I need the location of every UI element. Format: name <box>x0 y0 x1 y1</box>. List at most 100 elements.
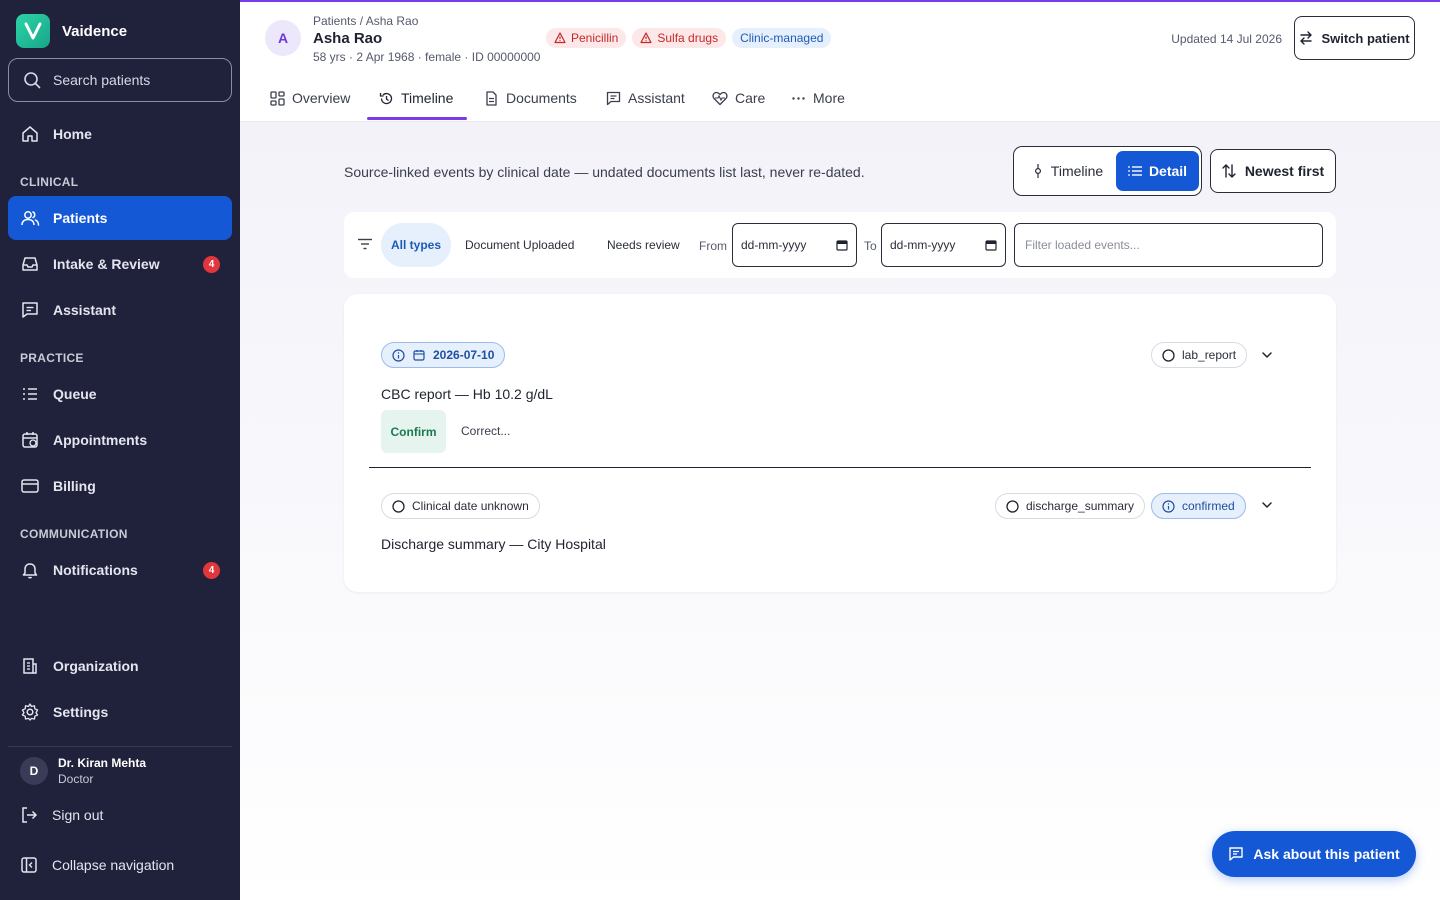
view-detail-button[interactable]: Detail <box>1116 151 1199 191</box>
chevron-down-icon[interactable] <box>1261 349 1273 361</box>
last-updated: Updated 14 Jul 2026 <box>1171 32 1282 46</box>
grid-icon <box>270 90 285 106</box>
credit-card-icon <box>20 476 40 496</box>
event-type-chip: discharge_summary <box>995 493 1146 519</box>
view-timeline-button[interactable]: Timeline <box>1020 151 1116 191</box>
timeline-line-icon <box>1033 164 1043 178</box>
swap-icon <box>1299 31 1313 45</box>
allergy-chip-penicillin: Penicillin <box>546 28 627 48</box>
more-dots-icon <box>791 91 806 106</box>
to-date-input[interactable]: dd-mm-yyyy <box>881 223 1006 267</box>
tab-documents[interactable]: Documents <box>484 76 577 120</box>
to-label: To <box>864 239 877 253</box>
allergy-chip-sulfa: Sulfa drugs <box>632 28 727 48</box>
filter-needs-review[interactable]: Needs review <box>607 223 680 267</box>
nav-patients-label: Patients <box>53 210 108 226</box>
nav-organization[interactable]: Organization <box>8 646 232 686</box>
calendar-icon <box>985 239 997 251</box>
tab-more[interactable]: More <box>791 76 845 120</box>
collapse-navigation-label: Collapse navigation <box>52 857 175 873</box>
event-status: confirmed <box>1182 499 1235 513</box>
patient-tabs: Overview Timeline Documents Assistant Ca… <box>240 76 1440 122</box>
confirm-button[interactable]: Confirm <box>381 410 446 453</box>
nav-patients[interactable]: Patients <box>8 196 232 240</box>
collapse-navigation-button[interactable]: Collapse navigation <box>20 856 174 874</box>
chevron-down-icon[interactable] <box>1261 499 1273 511</box>
filter-document-uploaded[interactable]: Document Uploaded <box>465 223 574 267</box>
tab-care[interactable]: Care <box>712 76 765 120</box>
nav-appointments[interactable]: Appointments <box>8 420 232 460</box>
correct-button[interactable]: Correct... <box>461 424 510 438</box>
filter-icon <box>358 238 372 250</box>
nav-appointments-label: Appointments <box>53 432 148 448</box>
timeline-description: Source-linked events by clinical date — … <box>344 164 865 180</box>
nav-notifications-label: Notifications <box>53 562 138 578</box>
event-date-chip[interactable]: Clinical date unknown <box>381 493 540 519</box>
event-date: 2026-07-10 <box>433 348 495 362</box>
section-practice: PRACTICE <box>20 351 84 365</box>
tab-label: Care <box>735 90 766 106</box>
tab-timeline[interactable]: Timeline <box>379 76 453 120</box>
app-logo <box>16 14 50 48</box>
history-icon <box>379 91 394 106</box>
tab-label: Timeline <box>401 90 454 106</box>
nav-home[interactable]: Home <box>8 114 232 154</box>
gear-icon <box>20 702 40 722</box>
sidebar-divider <box>8 746 232 747</box>
tab-overview[interactable]: Overview <box>270 76 350 120</box>
search-placeholder: Search patients <box>53 72 151 88</box>
sidebar-collapse-icon <box>20 856 38 874</box>
patient-name: Asha Rao <box>313 30 383 47</box>
message-icon <box>20 300 40 320</box>
section-clinical: CLINICAL <box>20 175 79 189</box>
filter-bar: All types Document Uploaded Needs review… <box>344 212 1336 278</box>
circle-icon <box>392 499 405 513</box>
nav-settings[interactable]: Settings <box>8 692 232 732</box>
tab-assistant[interactable]: Assistant <box>606 76 685 120</box>
breadcrumb[interactable]: Patients / Asha Rao <box>313 14 418 28</box>
event-date: Clinical date unknown <box>412 499 529 513</box>
sign-out-label: Sign out <box>52 807 104 823</box>
nav-intake-label: Intake & Review <box>53 256 160 272</box>
from-date-input[interactable]: dd-mm-yyyy <box>732 223 857 267</box>
nav-intake-review[interactable]: Intake & Review 4 <box>8 244 232 284</box>
patient-search-input[interactable]: Search patients <box>8 58 232 102</box>
nav-queue[interactable]: Queue <box>8 374 232 414</box>
event-filter-input[interactable]: Filter loaded events... <box>1014 223 1323 267</box>
tab-label: More <box>813 90 845 106</box>
inbox-icon <box>20 254 40 274</box>
calendar-icon <box>413 349 425 361</box>
sign-out-button[interactable]: Sign out <box>20 806 103 824</box>
status-badge: confirmed <box>1151 493 1246 519</box>
nav-notifications[interactable]: Notifications 4 <box>8 550 232 590</box>
info-icon <box>1162 499 1175 513</box>
nav-home-label: Home <box>53 126 92 142</box>
current-user[interactable]: D Dr. Kiran Mehta Doctor <box>20 756 146 786</box>
ask-about-patient-button[interactable]: Ask about this patient <box>1212 831 1416 877</box>
to-date-value: dd-mm-yyyy <box>890 238 956 252</box>
event-type: discharge_summary <box>1026 499 1135 513</box>
switch-patient-label: Switch patient <box>1321 30 1410 46</box>
user-name: Dr. Kiran Mehta <box>58 756 147 770</box>
tab-label: Overview <box>292 90 351 106</box>
nav-billing-label: Billing <box>53 478 96 494</box>
home-icon <box>20 124 40 144</box>
list-icon <box>20 384 40 404</box>
sort-order-button[interactable]: Newest first <box>1210 149 1336 193</box>
nav-billing[interactable]: Billing <box>8 466 232 506</box>
section-communication: COMMUNICATION <box>20 527 128 541</box>
event-type: lab_report <box>1182 348 1237 362</box>
nav-organization-label: Organization <box>53 658 139 674</box>
brand[interactable]: Vaidence <box>16 14 127 48</box>
event-date-chip[interactable]: 2026-07-10 <box>381 342 506 368</box>
app-name: Vaidence <box>62 22 128 40</box>
filter-all-types[interactable]: All types <box>381 223 452 267</box>
clinic-managed-chip: Clinic-managed <box>732 28 832 48</box>
user-role: Doctor <box>58 772 94 786</box>
nav-assistant[interactable]: Assistant <box>8 290 232 330</box>
switch-patient-button[interactable]: Switch patient <box>1294 16 1415 60</box>
bell-icon <box>20 560 40 580</box>
tab-label: Assistant <box>628 90 685 106</box>
from-date-value: dd-mm-yyyy <box>741 238 807 252</box>
from-label: From <box>699 239 727 253</box>
